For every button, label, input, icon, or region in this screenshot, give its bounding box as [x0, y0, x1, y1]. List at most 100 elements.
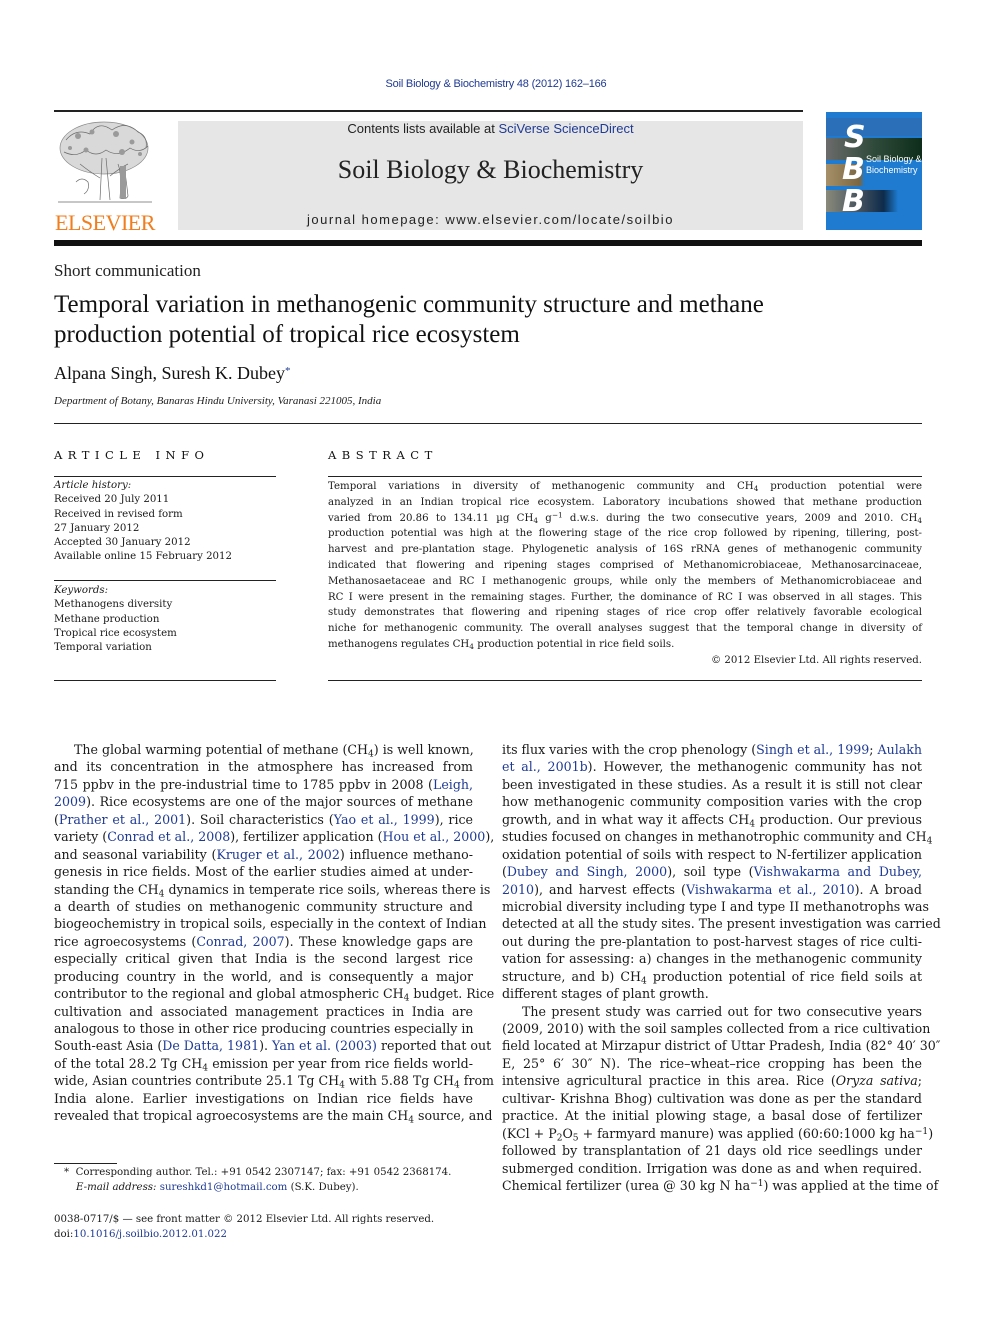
reference-link[interactable]: 2009	[54, 794, 86, 809]
abstract-line: methanogens regulates CH4 production pot…	[328, 638, 675, 651]
body-line: revealed that tropical agroecosystems ar…	[54, 1108, 493, 1126]
article-authors: Alpana Singh, Suresh K. Dubey*	[54, 363, 291, 383]
history-item: Available online 15 February 2012	[54, 551, 233, 563]
keywords-label: Keywords:	[54, 585, 109, 596]
body-line: 2009). Rice ecosystems are one of the ma…	[54, 794, 473, 810]
author-email-link[interactable]: sureshkd1@hotmail.com	[160, 1182, 288, 1193]
abstract-heading: ABSTRACT	[328, 448, 438, 462]
abstract-rule	[328, 680, 922, 681]
body-line: cultivar- Krishna Bhog) cultivation was …	[502, 1090, 922, 1106]
body-line: South-east Asia (De Datta, 1981). Yan et…	[54, 1038, 492, 1054]
reference-link[interactable]: Dubey and Singh, 2000	[507, 864, 667, 879]
reference-link[interactable]: De Datta, 1981	[162, 1038, 259, 1053]
contents-available: Contents lists available at SciVerse Sci…	[347, 121, 634, 136]
body-line: 2010), and harvest effects (Vishwakarma …	[502, 881, 922, 897]
article-info-heading: ARTICLE INFO	[54, 448, 210, 462]
body-line: detected at all the study sites. The pre…	[502, 916, 941, 932]
body-line: microbial diversity including type I and…	[502, 898, 930, 914]
doi-link[interactable]: 10.1016/j.soilbio.2012.01.022	[73, 1229, 227, 1240]
history-item: Accepted 30 January 2012	[54, 537, 191, 549]
reference-link[interactable]: et al., 2001b	[502, 759, 588, 774]
body-line: and its concentration in the atmosphere …	[54, 759, 473, 775]
body-line: producing country in the world, and is c…	[54, 968, 473, 984]
cover-letter-b: B	[842, 152, 865, 187]
abstract-rule	[328, 476, 922, 477]
body-line: out during the pre-plantation to post-ha…	[502, 933, 922, 949]
keyword: Tropical rice ecosystem	[54, 627, 177, 639]
reference-link[interactable]: Singh et al., 1999	[756, 742, 869, 757]
reference-link[interactable]: Aulakh	[878, 742, 922, 757]
body-line: been investigated in these studies. As a…	[502, 776, 922, 792]
inline-text: 4	[926, 836, 933, 847]
abstract-line: production potential was high at the flo…	[328, 528, 922, 540]
body-line: (Dubey and Singh, 2000), soil type (Vish…	[502, 864, 922, 880]
reference-link[interactable]: Hou et al., 2000	[383, 829, 486, 844]
journal-banner: Contents lists available at SciVerse Sci…	[178, 121, 803, 230]
cover-band	[826, 118, 922, 136]
corresponding-author-mark[interactable]: *	[285, 365, 291, 377]
reference-link[interactable]: Kruger et al., 2002	[216, 847, 339, 862]
body-line: biogeochemistry in tropical soils, espec…	[54, 916, 487, 932]
cover-letter-b: B	[842, 184, 865, 219]
body-line: 715 ppbv in the pre-industrial time to 1…	[54, 776, 473, 792]
article-title: Temporal variation in methanogenic commu…	[54, 291, 764, 348]
sciencedirect-link[interactable]: SciVerse ScienceDirect	[498, 121, 633, 136]
body-line: a dearth of studies on methanogenic comm…	[54, 898, 473, 914]
journal-citation[interactable]: Soil Biology & Biochemistry 48 (2012) 16…	[0, 78, 992, 90]
body-line: (Prather et al., 2001). Soil characteris…	[54, 811, 473, 827]
reference-link[interactable]: Conrad, 2007	[196, 934, 284, 949]
footnote-rule	[54, 1163, 117, 1164]
reference-link[interactable]: Yao et al., 1999	[334, 812, 435, 827]
body-line: followed by transplantation of 21 days o…	[502, 1143, 922, 1159]
article-info-rule	[54, 680, 276, 681]
cover-letter-s: S	[844, 120, 866, 155]
reference-link[interactable]: Yan et al. (2003)	[272, 1038, 377, 1053]
inline-text: 4	[533, 515, 539, 525]
reference-link[interactable]: Vishwakarma et al., 2010	[686, 882, 855, 897]
abstract-line: harvest and pre-plantation stage. Phylog…	[328, 544, 922, 556]
body-line: intensive agricultural practice in this …	[502, 1073, 923, 1089]
body-line: analogous to those in other rice produci…	[54, 1021, 474, 1036]
inline-text: Oryza sativa	[835, 1073, 918, 1089]
body-line: oxidation potential of soils with respec…	[502, 846, 922, 862]
abstract-line: study demonstrates that flowering and ri…	[328, 607, 922, 619]
keyword: Methanogens diversity	[54, 599, 173, 611]
body-line: cultivation and associated management pr…	[54, 1003, 473, 1019]
elsevier-logo[interactable]: ELSEVIER	[54, 118, 156, 235]
history-item: Received in revised form	[54, 508, 183, 520]
reference-link[interactable]: Conrad et al., 2008	[107, 829, 230, 844]
abstract-line: Temporal variations in diversity of meth…	[328, 481, 923, 493]
section-rule	[54, 423, 922, 424]
header-thick-rule	[54, 240, 922, 246]
abstract-line: Methanosaetaceae and RC I methanogenic g…	[328, 575, 922, 587]
body-line: vation for assessing: a) changes in the …	[502, 951, 922, 967]
abstract-copyright: © 2012 Elsevier Ltd. All rights reserved…	[710, 654, 922, 666]
body-line: variety (Conrad et al., 2008), fertilize…	[54, 829, 495, 845]
abstract-line: analyzed in an Indian tropical rice ecos…	[328, 496, 922, 508]
reference-link[interactable]: Vishwakarma and Dubey,	[754, 864, 922, 879]
body-line: studies focused on changes in methanotro…	[502, 829, 933, 847]
abstract-line: niche for methanogenic community. The ov…	[328, 623, 922, 635]
reference-link[interactable]: 2010	[502, 882, 534, 897]
journal-homepage[interactable]: journal homepage: www.elsevier.com/locat…	[178, 212, 803, 227]
body-line: field located at Mirzapur district of Ut…	[502, 1038, 941, 1054]
keyword: Temporal variation	[54, 642, 152, 654]
body-line: rice agroecosystems (Conrad, 2007). Thes…	[54, 933, 473, 949]
journal-title: Soil Biology & Biochemistry	[337, 155, 644, 184]
author-affiliation: Department of Botany, Banaras Hindu Univ…	[54, 395, 382, 407]
reference-link[interactable]: Leigh,	[433, 777, 473, 792]
inline-text: 4	[469, 641, 474, 651]
body-line: growth, and in what way it affects CH4 p…	[502, 811, 922, 830]
abstract-line: varied from 20.86 to 134.11 µg CH4 g−1 d…	[328, 510, 923, 525]
inline-text: 4	[753, 483, 759, 493]
body-line: standing the CH4 dynamics in temperate r…	[54, 881, 491, 899]
inline-text: 4	[408, 1115, 415, 1126]
body-line: (2009, 2010) with the soil samples colle…	[502, 1021, 931, 1036]
reference-link[interactable]: Prather et al., 2001	[59, 812, 186, 827]
body-column-right: its flux varies with the crop phenology …	[502, 741, 941, 1194]
article-info-rule	[54, 476, 276, 477]
cover-title: Soil Biology & Biochemistry	[866, 154, 922, 175]
abstract-line: indicated that flowering and ripening st…	[328, 559, 922, 571]
journal-cover-thumbnail[interactable]: S B B Soil Biology & Biochemistry	[826, 112, 922, 230]
keyword: Methane production	[54, 613, 160, 625]
